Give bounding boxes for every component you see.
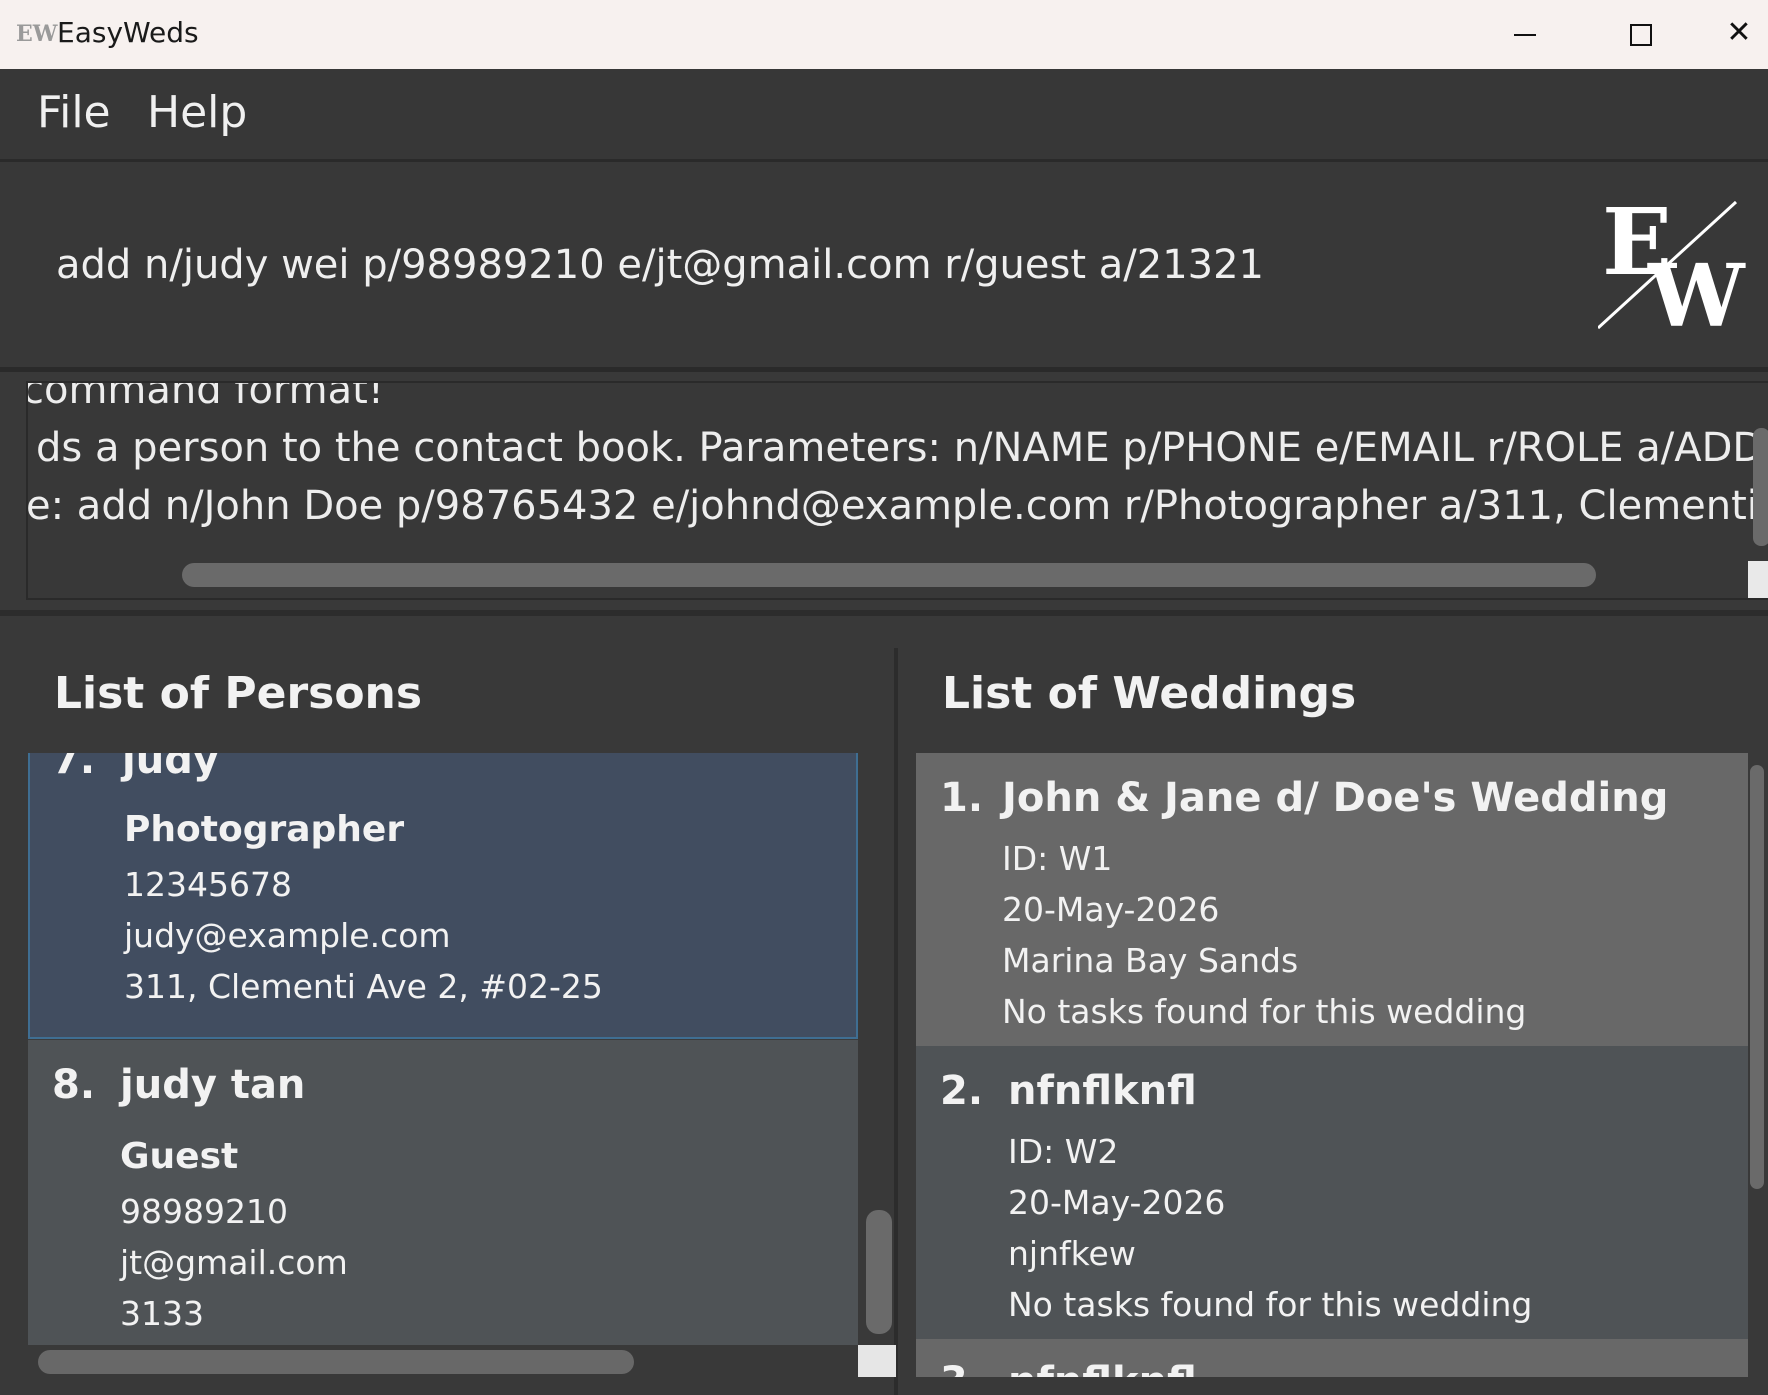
person-phone: 12345678 (124, 865, 292, 904)
persons-list[interactable]: 7. judy Photographer 12345678 judy@examp… (28, 753, 858, 1345)
menu-help[interactable]: Help (147, 87, 247, 138)
result-scroll-corner (1748, 561, 1768, 598)
wedding-card[interactable]: 1. John & Jane d/ Doe's Wedding ID: W1 2… (916, 753, 1748, 1046)
wedding-venue: njnfkew (1008, 1234, 1136, 1273)
easyweds-window: EW EasyWeds ✕ File Help add n/judy wei p… (0, 0, 1768, 1395)
person-name: judy tan (120, 1062, 306, 1108)
person-card[interactable]: 8. judy tan Guest 98989210 jt@gmail.com … (28, 1040, 858, 1345)
person-address: 3133 (120, 1294, 204, 1333)
result-display[interactable]: command format! ds a person to the conta… (26, 381, 1768, 600)
close-icon: ✕ (1726, 15, 1752, 50)
weddings-vertical-scrollbar[interactable] (1750, 765, 1764, 1189)
wedding-id: ID: W2 (1008, 1132, 1119, 1171)
minimize-icon (1514, 34, 1536, 36)
result-vertical-scrollbar[interactable] (1753, 428, 1768, 546)
persons-horizontal-scrollbar[interactable] (38, 1350, 634, 1374)
maximize-icon (1630, 24, 1652, 46)
easyweds-logo: E W (1598, 198, 1746, 330)
wedding-card[interactable]: 3. nfnflknfl (916, 1339, 1748, 1377)
person-phone: 98989210 (120, 1192, 288, 1231)
minimize-button[interactable] (1480, 0, 1570, 69)
result-line-2: ds a person to the contact book. Paramet… (36, 425, 1768, 471)
weddings-list[interactable]: 1. John & Jane d/ Doe's Wedding ID: W1 2… (916, 753, 1748, 1377)
close-button[interactable]: ✕ (1710, 0, 1768, 69)
wedding-date: 20-May-2026 (1008, 1183, 1226, 1222)
persons-panel-title: List of Persons (54, 668, 423, 719)
result-line-1: command format! (26, 381, 384, 413)
svg-text:W: W (1647, 246, 1746, 330)
person-name: judy (122, 753, 219, 783)
wedding-index: 2. (940, 1068, 984, 1114)
person-email: judy@example.com (124, 916, 451, 955)
result-horizontal-scrollbar[interactable] (182, 563, 1596, 587)
menu-bar: File Help (0, 69, 1768, 159)
panel-splitter[interactable] (894, 648, 898, 1395)
command-box: add n/judy wei p/98989210 e/jt@gmail.com… (0, 159, 1768, 372)
menu-file[interactable]: File (37, 87, 111, 138)
person-address: 311, Clementi Ave 2, #02-25 (124, 967, 603, 1006)
person-role: Photographer (124, 809, 405, 850)
weddings-panel-title: List of Weddings (942, 668, 1357, 719)
persons-scroll-corner (858, 1345, 896, 1377)
wedding-name: nfnflknfl (1008, 1359, 1197, 1377)
section-divider (0, 610, 1768, 616)
wedding-tasks: No tasks found for this wedding (1008, 1285, 1533, 1324)
wedding-tasks: No tasks found for this wedding (1002, 992, 1527, 1031)
title-bar: EW EasyWeds ✕ (0, 0, 1768, 69)
wedding-card[interactable]: 2. nfnflknfl ID: W2 20-May-2026 njnfkew … (916, 1046, 1748, 1339)
person-role: Guest (120, 1136, 239, 1177)
window-title: EasyWeds (57, 16, 199, 49)
wedding-index: 3. (940, 1359, 983, 1377)
persons-vertical-scrollbar[interactable] (866, 1210, 892, 1334)
maximize-button[interactable] (1595, 0, 1685, 69)
person-email: jt@gmail.com (120, 1243, 348, 1282)
result-line-3: e: add n/John Doe p/98765432 e/johnd@exa… (26, 483, 1768, 529)
command-input[interactable]: add n/judy wei p/98989210 e/jt@gmail.com… (56, 242, 1264, 288)
easyweds-app-icon: EW (16, 21, 58, 47)
wedding-date: 20-May-2026 (1002, 890, 1220, 929)
wedding-id: ID: W1 (1002, 839, 1113, 878)
person-index: 8. (52, 1062, 96, 1108)
person-card[interactable]: 7. judy Photographer 12345678 judy@examp… (28, 753, 858, 1039)
wedding-name: John & Jane d/ Doe's Wedding (1002, 775, 1669, 821)
wedding-index: 1. (940, 775, 984, 821)
wedding-name: nfnflknfl (1008, 1068, 1197, 1114)
wedding-venue: Marina Bay Sands (1002, 941, 1299, 980)
person-index: 7. (52, 753, 96, 783)
